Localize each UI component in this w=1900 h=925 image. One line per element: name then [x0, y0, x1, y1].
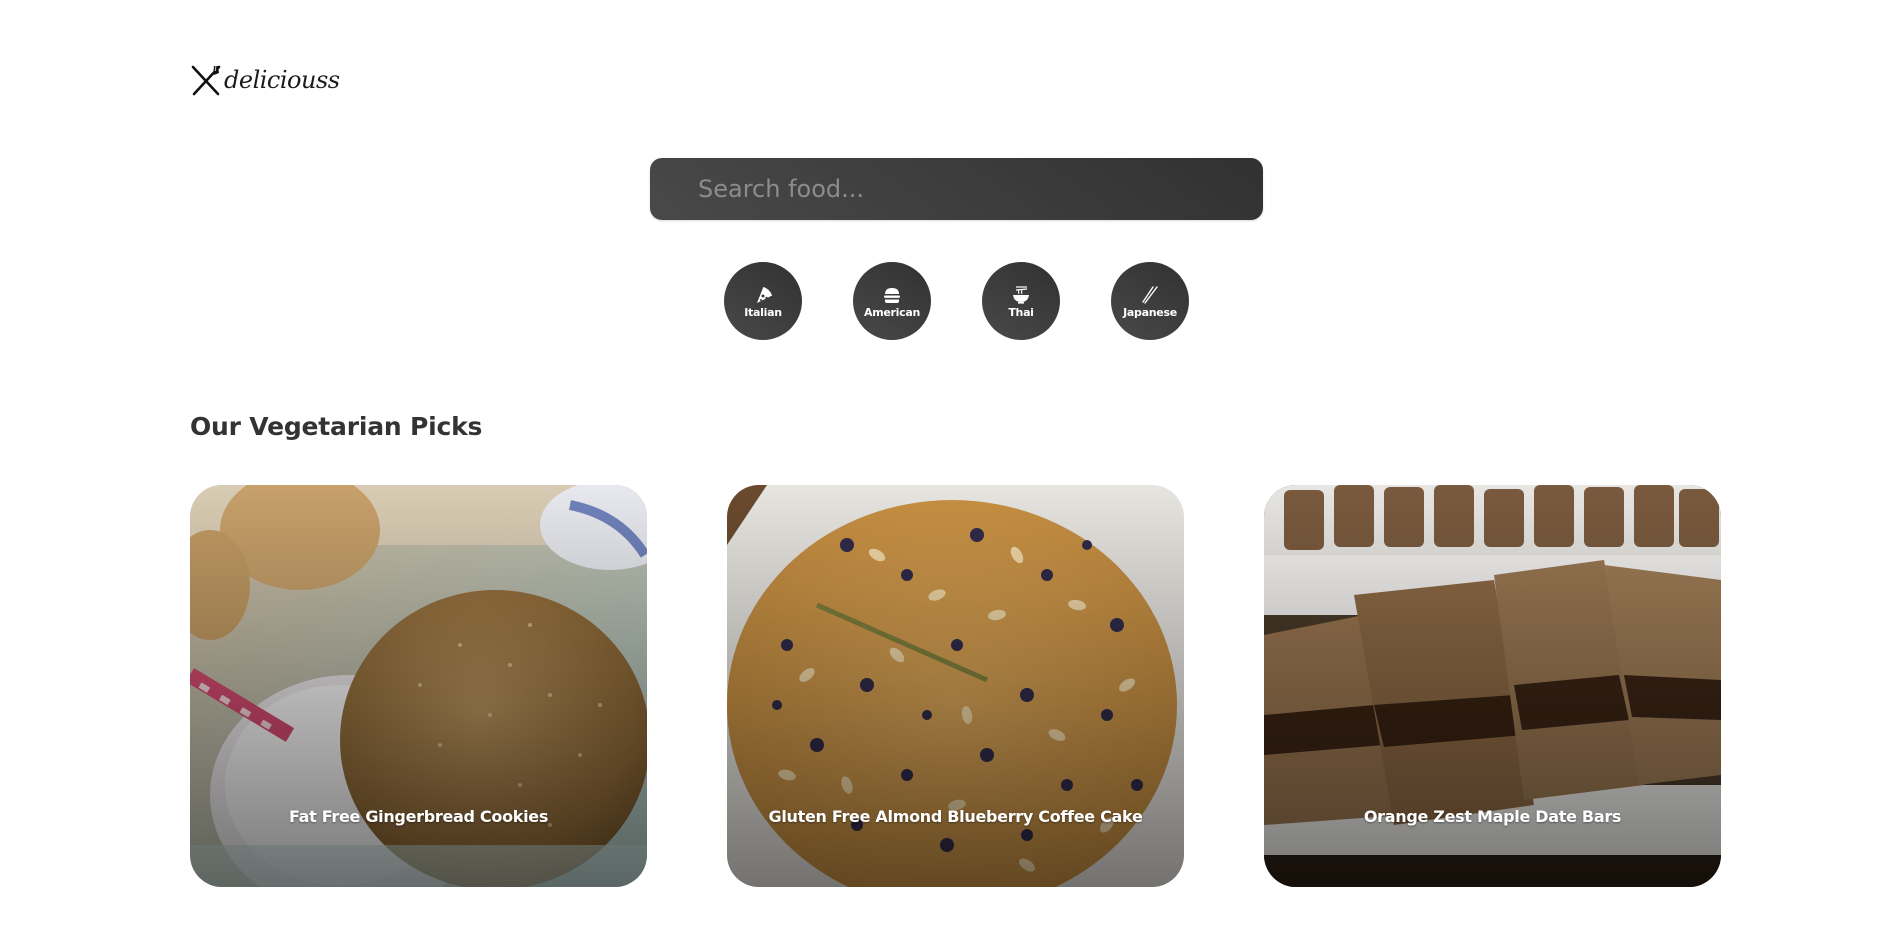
brand-logo[interactable]: deliciouss	[190, 60, 340, 100]
brand-name: deliciouss	[224, 66, 340, 94]
noodle-bowl-icon	[1013, 286, 1029, 304]
recipe-title: Gluten Free Almond Blueberry Coffee Cake	[768, 807, 1143, 826]
recipe-card[interactable]: Orange Zest Maple Date Bars	[1264, 485, 1721, 887]
category-american[interactable]: American	[853, 262, 931, 340]
recipe-title: Orange Zest Maple Date Bars	[1363, 807, 1622, 826]
category-japanese[interactable]: Japanese	[1111, 262, 1189, 340]
card-overlay	[190, 485, 647, 887]
recipe-title: Fat Free Gingerbread Cookies	[288, 807, 549, 826]
card-overlay	[727, 485, 1184, 887]
recipe-card[interactable]: Gluten Free Almond Blueberry Coffee Cake	[727, 485, 1184, 887]
pizza-icon	[757, 286, 773, 303]
card-overlay	[1264, 485, 1721, 887]
recipe-cards: Fat Free Gingerbread Cookies Gluten Free…	[190, 485, 1721, 887]
category-nav: Italian American Thai Japanese	[724, 262, 1189, 340]
section-title: Our Vegetarian Picks	[190, 412, 483, 441]
category-label: Japanese	[1123, 306, 1177, 319]
category-italian[interactable]: Italian	[724, 262, 802, 340]
category-label: American	[863, 306, 920, 319]
recipe-card[interactable]: Fat Free Gingerbread Cookies	[190, 485, 647, 887]
fork-knife-icon	[191, 64, 221, 96]
search-bar	[650, 158, 1263, 220]
chopsticks-icon	[1142, 286, 1158, 304]
category-thai[interactable]: Thai	[982, 262, 1060, 340]
burger-icon	[884, 288, 900, 303]
search-input[interactable]	[650, 158, 1263, 220]
category-label: Italian	[744, 306, 782, 319]
category-label: Thai	[1008, 306, 1034, 319]
